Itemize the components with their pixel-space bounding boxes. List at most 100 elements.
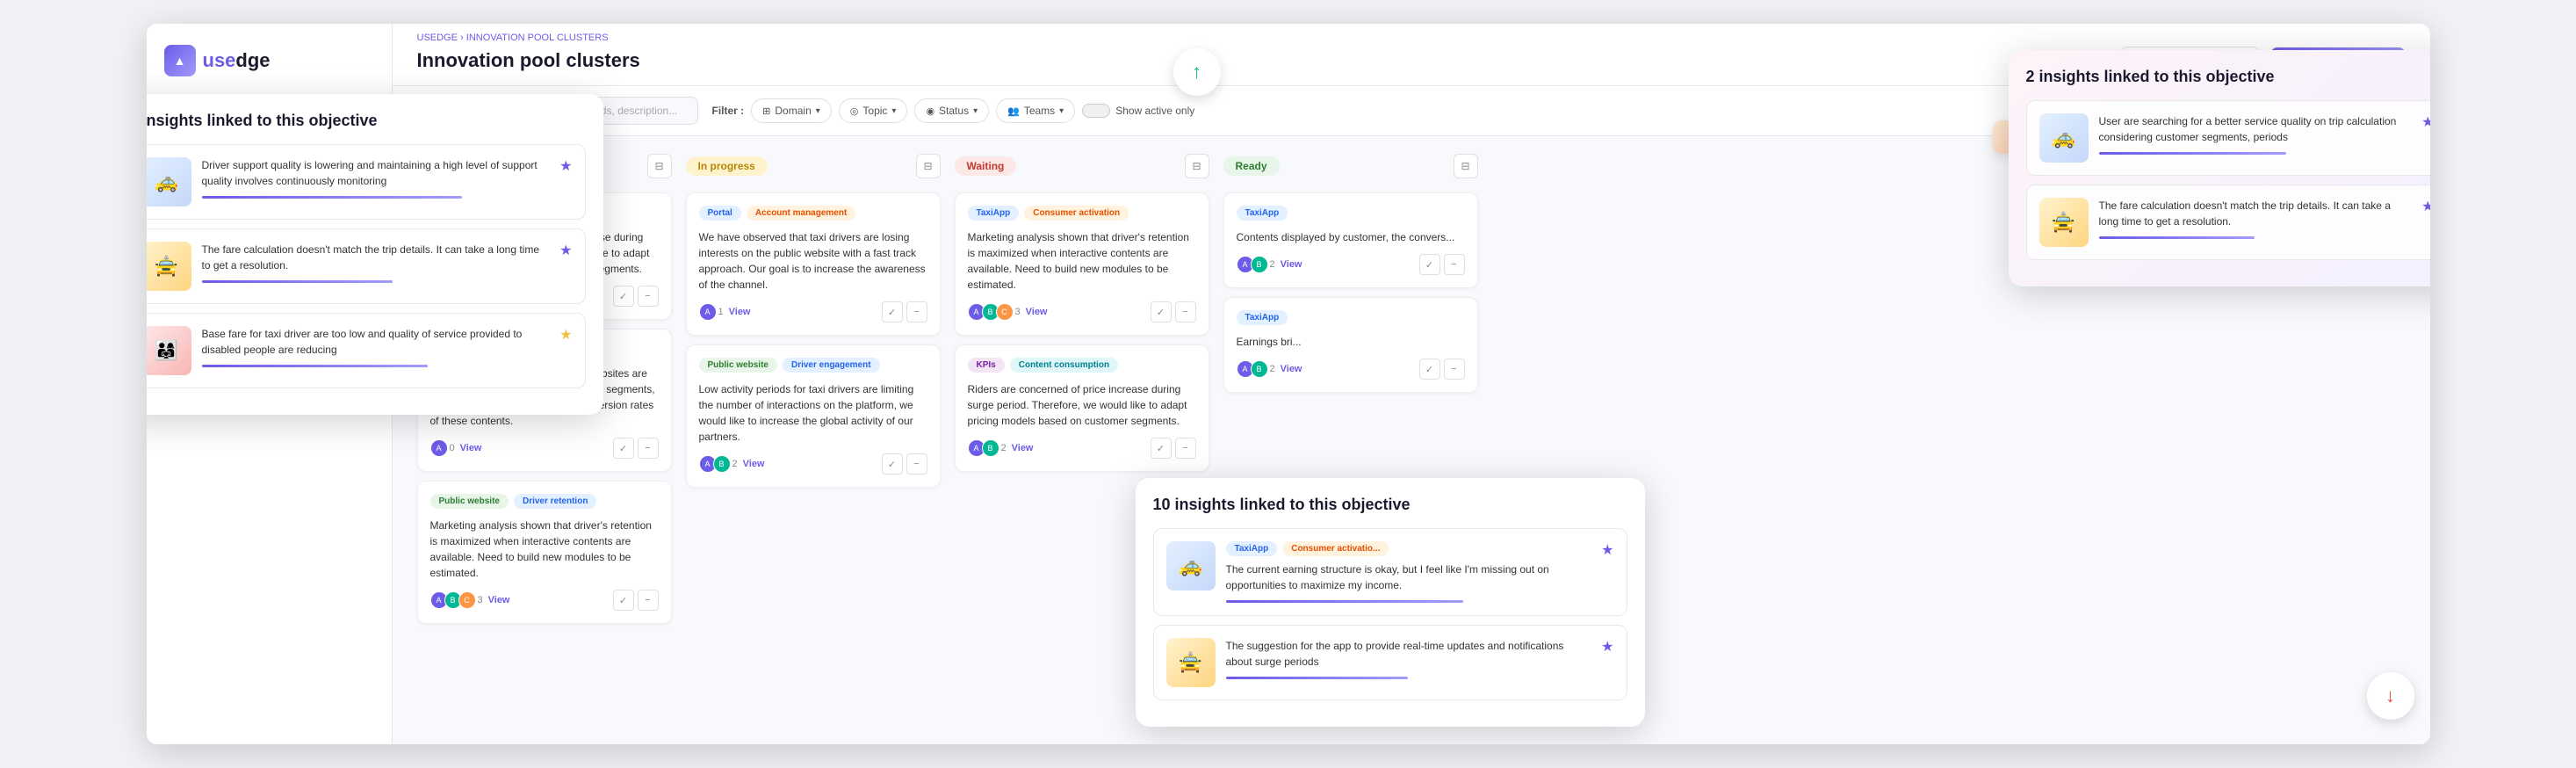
- insight-text-2: The fare calculation doesn't match the t…: [202, 242, 550, 273]
- show-active-label: Show active only: [1115, 105, 1194, 117]
- avatar: A: [699, 303, 717, 321]
- minus-button[interactable]: −: [638, 438, 659, 459]
- collapse-backlog-button[interactable]: ⊟: [647, 154, 672, 178]
- card-text: We have observed that taxi drivers are l…: [699, 229, 927, 293]
- avatar-group: A B C: [968, 303, 1010, 321]
- card-ready-1: TaxiApp Contents displayed by customer, …: [1223, 192, 1478, 288]
- tag-taxiapp: TaxiApp: [968, 206, 1020, 221]
- filter-topic[interactable]: ◎ Topic ▾: [839, 98, 908, 123]
- insight-bar-2: [202, 280, 393, 283]
- tag-public-website: Public website: [430, 494, 509, 509]
- insight-text-3: Base fare for taxi driver are too low an…: [202, 326, 550, 358]
- check-button[interactable]: ✓: [1151, 301, 1172, 322]
- collapse-ready-button[interactable]: ⊟: [1454, 154, 1478, 178]
- domain-chip-icon: ⊞: [762, 105, 770, 117]
- card-text: Riders are concerned of price increase d…: [968, 381, 1196, 429]
- collapse-waiting-button[interactable]: ⊟: [1185, 154, 1209, 178]
- view-link[interactable]: View: [729, 307, 751, 317]
- avatar: B: [982, 439, 999, 457]
- check-button[interactable]: ✓: [1151, 438, 1172, 459]
- check-button[interactable]: ✓: [1419, 359, 1440, 380]
- avatar-count: 0: [450, 443, 455, 453]
- minus-button[interactable]: −: [1444, 359, 1465, 380]
- minus-button[interactable]: −: [1175, 438, 1196, 459]
- tag-driver-retention: Driver retention: [514, 494, 596, 509]
- view-link[interactable]: View: [1281, 364, 1302, 374]
- card-text: Marketing analysis shown that driver's r…: [430, 518, 659, 581]
- card-actions: ✓ −: [613, 286, 659, 307]
- filter-status[interactable]: ◉ Status ▾: [914, 98, 989, 123]
- view-link[interactable]: View: [460, 443, 482, 453]
- card-actions: ✓ −: [613, 438, 659, 459]
- avatar-count: 3: [478, 595, 483, 605]
- insight-content-2: The fare calculation doesn't match the t…: [202, 242, 550, 283]
- check-button[interactable]: ✓: [613, 438, 634, 459]
- waiting-badge: Waiting: [955, 156, 1017, 176]
- filter-domain[interactable]: ⊞ Domain ▾: [751, 98, 832, 123]
- view-link[interactable]: View: [1281, 259, 1302, 270]
- ready-badge: Ready: [1223, 156, 1280, 176]
- view-link[interactable]: View: [1026, 307, 1048, 317]
- card-footer: A 1 View ✓ −: [699, 301, 927, 322]
- chevron-down-icon: ▾: [891, 106, 896, 116]
- card-footer: A B C 3 View ✓ −: [430, 590, 659, 611]
- avatar-group: A: [430, 439, 444, 457]
- check-button[interactable]: ✓: [613, 286, 634, 307]
- filter-teams[interactable]: 👥 Teams ▾: [996, 98, 1075, 123]
- show-active-toggle[interactable]: Show active only: [1082, 104, 1194, 118]
- toggle-box[interactable]: [1082, 104, 1110, 118]
- avatar: B: [713, 455, 731, 473]
- page-title: Innovation pool clusters: [417, 49, 640, 72]
- card-meta: A 0 View: [430, 439, 482, 457]
- check-button[interactable]: ✓: [882, 453, 903, 475]
- check-button[interactable]: ✓: [613, 590, 634, 611]
- check-button[interactable]: ✓: [1419, 254, 1440, 275]
- chevron-down-icon: ▾: [973, 106, 978, 116]
- card-inprogress-2: Public website Driver engagement Low act…: [686, 344, 941, 488]
- tag-taxiapp: TaxiApp: [1237, 310, 1288, 325]
- insight-thumb-r1: 🚕: [2039, 113, 2089, 163]
- avatar-group: A: [699, 303, 713, 321]
- arrow-down-icon: ↓: [2367, 672, 2414, 720]
- card-inprogress-1: Portal Account management We have observ…: [686, 192, 941, 336]
- app-window: ↑ ↓ ▲ usedge ⊞ Dashboard 💡 Innovation po…: [147, 24, 2430, 744]
- insight-thumb-1: 🚕: [147, 157, 191, 206]
- minus-button[interactable]: −: [906, 301, 927, 322]
- avatar-group: A B: [1237, 360, 1265, 378]
- avatar: B: [1251, 256, 1268, 273]
- minus-button[interactable]: −: [1175, 301, 1196, 322]
- tag-public-website: Public website: [699, 358, 777, 373]
- minus-button[interactable]: −: [638, 286, 659, 307]
- collapse-inprogress-button[interactable]: ⊟: [916, 154, 941, 178]
- card-actions: ✓ −: [1419, 254, 1465, 275]
- view-link[interactable]: View: [488, 595, 510, 605]
- status-chip-icon: ◉: [926, 105, 934, 117]
- insight-bar-r1: [2099, 152, 2286, 155]
- avatar-group: A B: [1237, 256, 1265, 273]
- insight-item-r2: 🚖 The fare calculation doesn't match the…: [2026, 185, 2430, 260]
- breadcrumb: USEDGE › INNOVATION POOL CLUSTERS: [417, 24, 2406, 47]
- panel-right-title: 2 insights linked to this objective: [2026, 68, 2430, 86]
- check-button[interactable]: ✓: [882, 301, 903, 322]
- filter-domain-label: Domain: [775, 105, 811, 117]
- minus-button[interactable]: −: [1444, 254, 1465, 275]
- view-link[interactable]: View: [743, 459, 765, 469]
- card-tags: TaxiApp Consumer activation: [968, 206, 1196, 221]
- view-link[interactable]: View: [1012, 443, 1034, 453]
- panel-bottom-title: 10 insights linked to this objective: [1153, 496, 1627, 514]
- avatar-count: 2: [1001, 443, 1007, 453]
- insight-content-r2: The fare calculation doesn't match the t…: [2099, 198, 2412, 239]
- tag-taxiapp: TaxiApp: [1237, 206, 1288, 221]
- insight-bar-3: [202, 365, 428, 367]
- inprogress-badge: In progress: [686, 156, 768, 176]
- tag-taxiapp-b1: TaxiApp: [1226, 541, 1278, 556]
- avatar-count: 2: [1270, 364, 1275, 374]
- insight-item-2: 🚖 The fare calculation doesn't match the…: [147, 228, 586, 304]
- insight-thumb-b2: 🚖: [1166, 638, 1216, 687]
- minus-button[interactable]: −: [638, 590, 659, 611]
- card-footer: A B 2 View ✓ −: [968, 438, 1196, 459]
- minus-button[interactable]: −: [906, 453, 927, 475]
- card-backlog-3: Public website Driver retention Marketin…: [417, 481, 672, 624]
- card-actions: ✓ −: [882, 301, 927, 322]
- card-actions: ✓ −: [613, 590, 659, 611]
